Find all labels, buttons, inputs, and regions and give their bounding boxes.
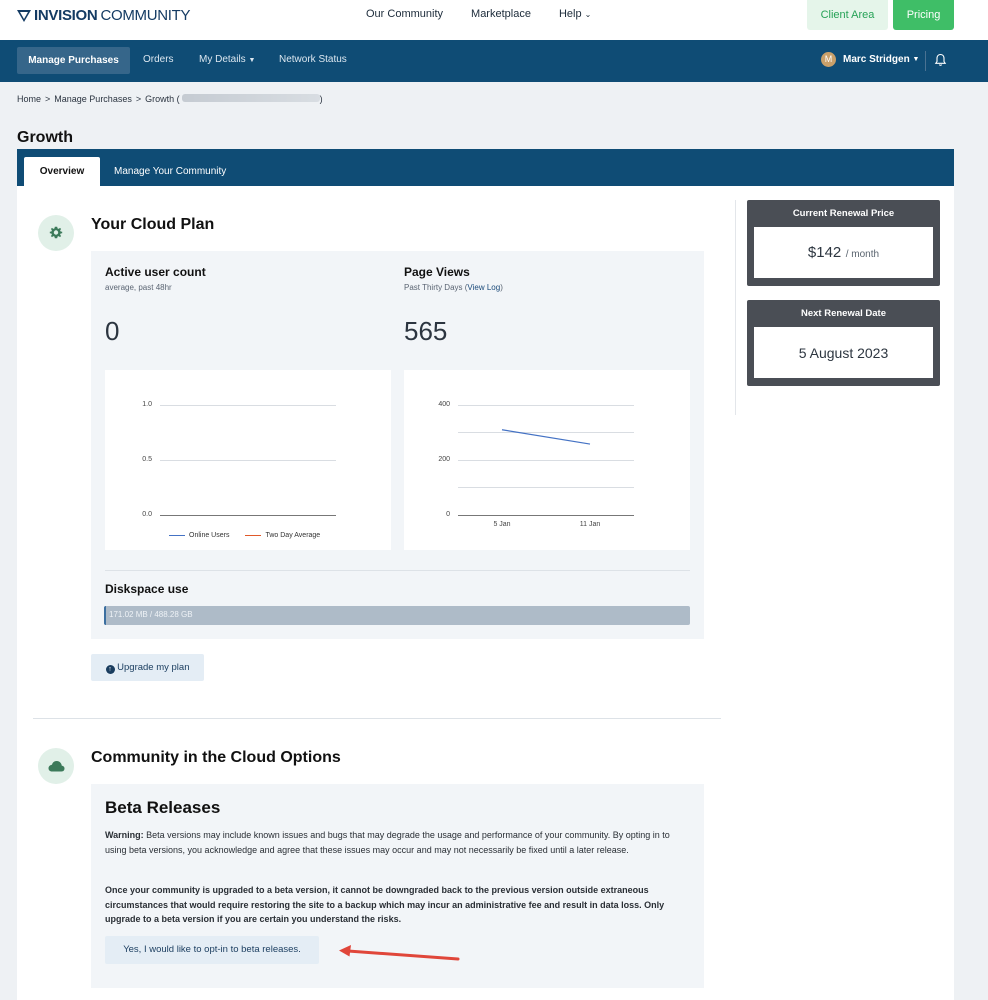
renewal-price-value: $142 bbox=[807, 244, 842, 261]
legend-swatch-average bbox=[245, 534, 262, 537]
gear-icon bbox=[49, 226, 63, 239]
page-title: Growth bbox=[17, 129, 73, 146]
renewal-date-card: Next Renewal Date 5 August 2023 bbox=[747, 300, 940, 386]
active-users-sub: average, past 48hr bbox=[105, 283, 172, 292]
nav-my-details[interactable]: My Details ▼ bbox=[199, 54, 255, 65]
legend-online-users: Online Users bbox=[189, 532, 230, 539]
sidebar-divider bbox=[735, 200, 736, 415]
avatar: M bbox=[821, 52, 836, 67]
logo-thin: COMMUNITY bbox=[100, 7, 191, 24]
view-log-link[interactable]: View Log bbox=[467, 283, 500, 292]
breadcrumb-home[interactable]: Home bbox=[17, 94, 41, 104]
cloud-options-title: Community in the Cloud Options bbox=[91, 749, 341, 766]
user-menu[interactable]: M Marc Stridgen ▼ bbox=[821, 52, 919, 67]
page-views-value: 565 bbox=[404, 316, 448, 346]
caret-down-icon: ▼ bbox=[248, 57, 256, 64]
nav-network-status[interactable]: Network Status bbox=[279, 54, 347, 65]
page-views-line bbox=[501, 429, 591, 445]
red-arrow-annotation bbox=[339, 945, 460, 961]
upgrade-plan-label: Upgrade my plan bbox=[117, 662, 190, 673]
arrow-circle-up-icon: ↑ bbox=[105, 665, 115, 674]
diskspace-progress-bar: 171.02 MB / 488.28 GB bbox=[104, 606, 690, 625]
breadcrumb-separator: > bbox=[135, 94, 142, 104]
breadcrumb-growth: Growth () bbox=[145, 94, 323, 104]
warning-text: Beta versions may include known issues a… bbox=[105, 830, 670, 855]
tab-overview[interactable]: Overview bbox=[24, 157, 100, 186]
chevron-down-icon: ⌄ bbox=[584, 10, 592, 19]
renewal-price-period: / month bbox=[845, 248, 880, 260]
page-views-sub: Past Thirty Days (View Log) bbox=[404, 283, 503, 292]
upgrade-plan-button[interactable]: ↑ Upgrade my plan bbox=[91, 654, 204, 681]
y-tick-label: 0.0 bbox=[142, 511, 152, 518]
gridline bbox=[160, 405, 336, 406]
y-tick-label: 0.5 bbox=[142, 456, 152, 463]
account-nav: Manage Purchases Orders My Details ▼ Net… bbox=[0, 40, 988, 82]
tab-bar: Overview Manage Your Community bbox=[17, 149, 954, 186]
diskspace-text: 171.02 MB / 488.28 GB bbox=[109, 610, 193, 619]
tab-manage-community[interactable]: Manage Your Community bbox=[114, 166, 226, 177]
invision-logo-icon bbox=[17, 9, 31, 22]
cloud-icon bbox=[48, 761, 64, 772]
section-divider bbox=[33, 718, 721, 719]
user-name: Marc Stridgen bbox=[843, 54, 910, 65]
caret-down-icon: ▼ bbox=[912, 56, 920, 63]
page-views-plot bbox=[501, 429, 591, 445]
legend-two-day-average: Two Day Average bbox=[265, 532, 321, 539]
top-nav: Our Community Marketplace Help ⌄ bbox=[366, 8, 591, 20]
renewal-price-card: Current Renewal Price $142 / month bbox=[747, 200, 940, 286]
nav-help-label: Help bbox=[558, 8, 582, 20]
nav-manage-purchases[interactable]: Manage Purchases bbox=[17, 47, 130, 74]
breadcrumb-growth-label: Growth ( bbox=[145, 94, 180, 104]
nav-help[interactable]: Help ⌄ bbox=[559, 8, 591, 20]
beta-notice: Once your community is upgraded to a bet… bbox=[105, 885, 665, 924]
nav-marketplace[interactable]: Marketplace bbox=[471, 8, 531, 20]
breadcrumb: Home > Manage Purchases > Growth () bbox=[17, 94, 323, 104]
beta-warning: Warning: Beta versions may include known… bbox=[105, 828, 690, 857]
beta-optin-button[interactable]: Yes, I would like to opt-in to beta rele… bbox=[105, 936, 319, 964]
renewal-price-body: $142 / month bbox=[754, 227, 933, 278]
settings-icon-badge bbox=[38, 215, 74, 251]
active-users-value: 0 bbox=[105, 316, 120, 346]
nav-divider bbox=[925, 51, 926, 71]
renewal-price-title: Current Renewal Price bbox=[792, 208, 895, 219]
top-bar: INVISION COMMUNITY Our Community Marketpl… bbox=[0, 0, 988, 40]
chart-legend: Online Users Two Day Average bbox=[169, 532, 320, 539]
warning-label: Warning: bbox=[105, 830, 144, 840]
nav-our-community[interactable]: Our Community bbox=[366, 8, 443, 20]
renewal-date-body: 5 August 2023 bbox=[754, 327, 933, 378]
page-views-sub-close: ) bbox=[500, 283, 503, 292]
nav-orders[interactable]: Orders bbox=[143, 54, 174, 65]
diskspace-progress-fill bbox=[104, 606, 106, 625]
beta-releases-title: Beta Releases bbox=[105, 798, 221, 817]
section-divider bbox=[105, 570, 690, 571]
active-users-chart: 1.0 0.5 0.0 Online Users Two Day Average bbox=[105, 370, 391, 550]
page-views-sub-text: Past Thirty Days ( bbox=[404, 283, 468, 292]
gridline bbox=[160, 460, 336, 461]
y-tick-label: 1.0 bbox=[142, 401, 152, 408]
cloud-icon-badge bbox=[38, 748, 74, 784]
cloud-plan-title: Your Cloud Plan bbox=[91, 216, 215, 233]
renewal-date-value: 5 August 2023 bbox=[798, 344, 889, 361]
breadcrumb-close-paren: ) bbox=[319, 94, 323, 104]
page-views-chart: 400 200 0 5 Jan 11 Jan bbox=[404, 370, 690, 550]
redacted-text bbox=[181, 94, 320, 102]
nav-my-details-label: My Details bbox=[199, 54, 246, 65]
diskspace-label: Diskspace use bbox=[105, 582, 189, 596]
legend-swatch-online bbox=[169, 534, 185, 537]
breadcrumb-separator: > bbox=[45, 94, 51, 104]
logo[interactable]: INVISION COMMUNITY bbox=[17, 7, 191, 24]
bell-icon[interactable] bbox=[934, 53, 947, 67]
renewal-date-title: Next Renewal Date bbox=[800, 308, 886, 319]
breadcrumb-manage-purchases[interactable]: Manage Purchases bbox=[54, 94, 132, 104]
client-area-button[interactable]: Client Area bbox=[807, 0, 888, 30]
pricing-button[interactable]: Pricing bbox=[893, 0, 954, 30]
x-axis bbox=[160, 515, 336, 516]
logo-bold: INVISION bbox=[34, 7, 98, 24]
active-users-label: Active user count bbox=[105, 265, 206, 279]
page-views-label: Page Views bbox=[404, 265, 470, 279]
